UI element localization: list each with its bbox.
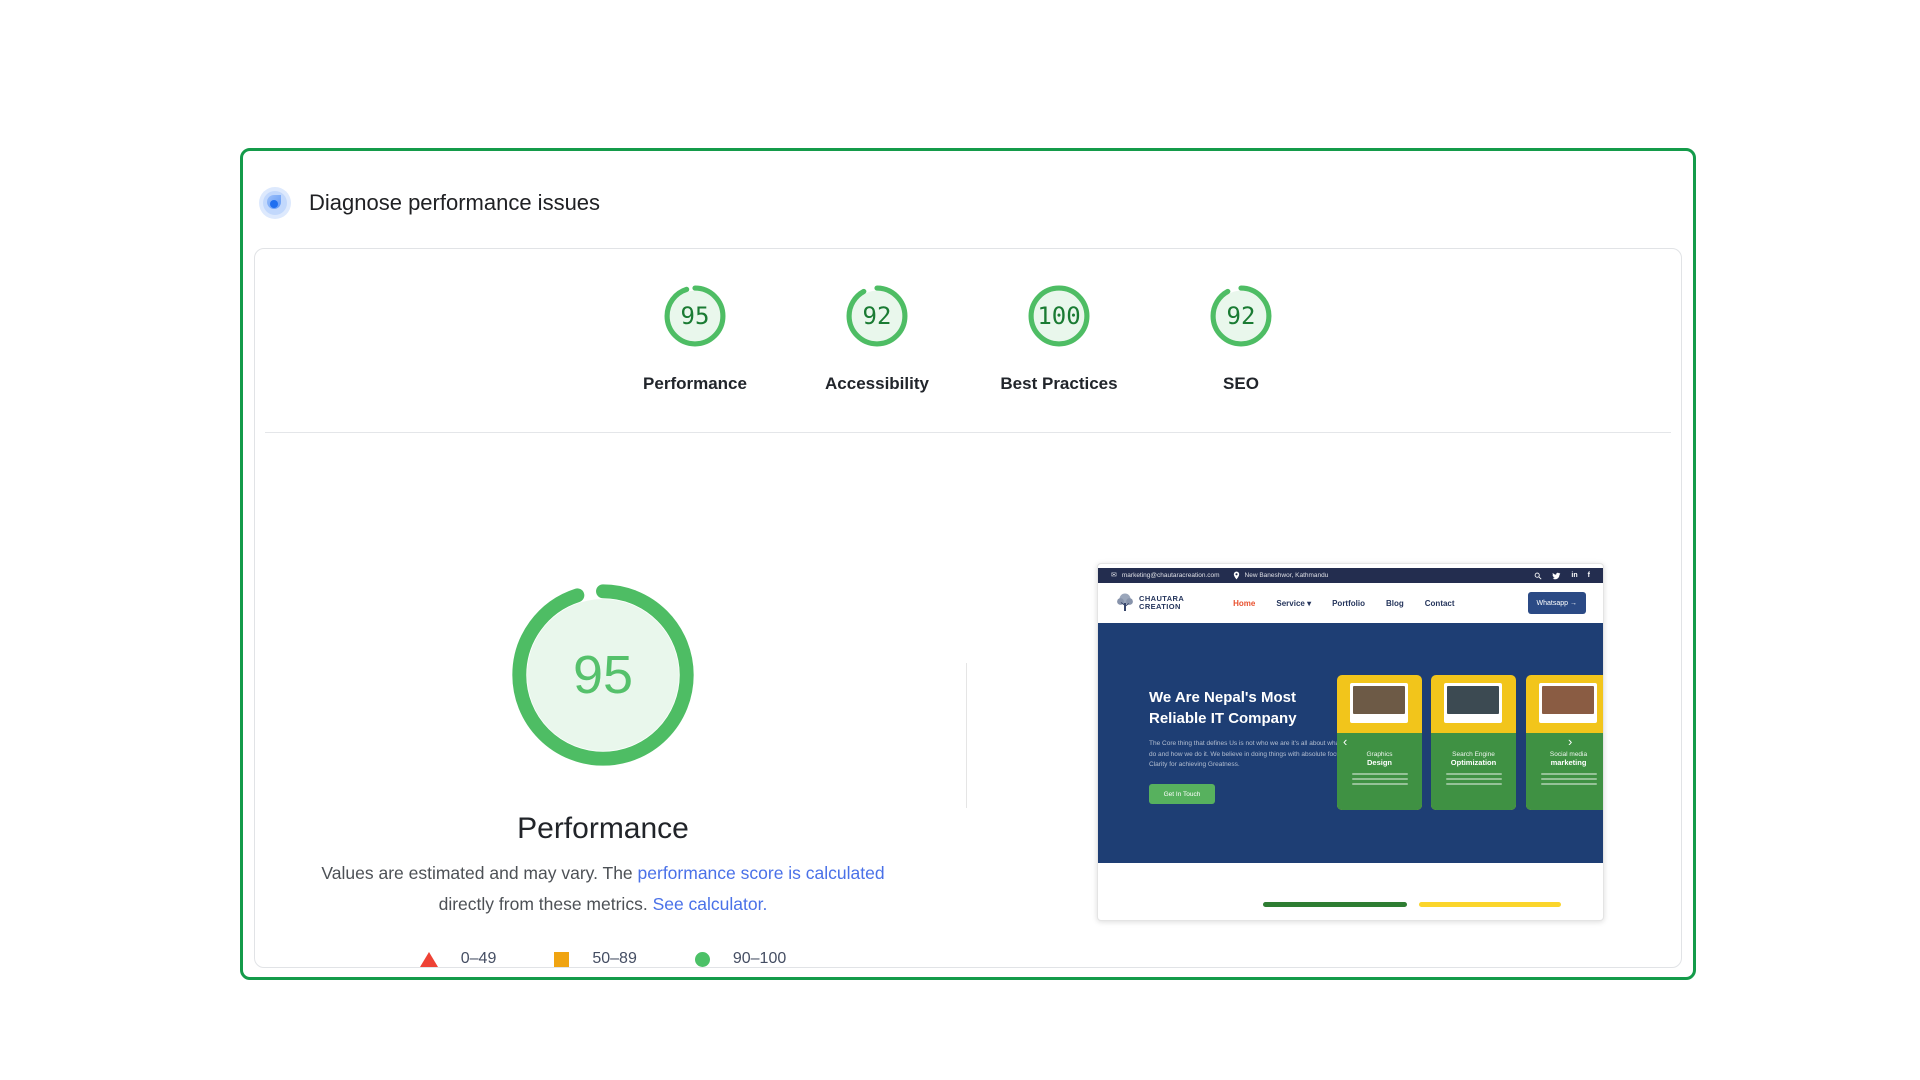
score-legend: 0–49 50–89 90–100 [419,950,787,968]
gauge: 92 [846,285,908,347]
card-body: Graphics Design [1337,733,1422,810]
disclaimer-line-1: Values are estimated and may vary. The p… [321,863,885,883]
card-body: Social media marketing [1526,733,1603,810]
lighthouse-icon [259,187,291,219]
thumb-nav-blog: Blog [1385,598,1404,608]
thumb-topbar: ✉ marketing@chautaracreation.com New Ban… [1098,568,1603,583]
thumb-nav-portfolio: Portfolio [1332,598,1365,608]
page-title: Diagnose performance issues [309,190,601,215]
legend-fail-range: 0–49 [460,950,497,967]
thumb-hero-paragraph: The Core thing that defines Us is not wh… [1149,740,1352,768]
gauge-score: 100 [1037,302,1081,330]
diagnose-performance-card: Diagnose performance issues 95 Performan… [240,148,1696,980]
thumb-logo: CHAUTARA CREATION [1115,592,1184,614]
search-icon [1535,572,1542,580]
summary-gauge-row: 95 Performance 92 Accessibility 100 Best… [255,285,1681,394]
fail-triangle-icon [419,951,438,967]
summary-gauge-best-practices[interactable]: 100 Best Practices [998,285,1120,394]
thumb-get-in-touch-button: Get In Touch [1149,784,1215,804]
score-disclaimer: Values are estimated and may vary. The p… [321,858,884,920]
linkedin-icon: in [1571,572,1578,579]
thumb-brand-name: CHAUTARA CREATION [1139,593,1185,611]
card-title: Graphics Design [1366,751,1393,767]
card-body: Search Engine Optimization [1431,733,1516,810]
thumb-progress-bar-green [1263,902,1407,907]
laptop-photo [1539,683,1597,723]
thumb-nav-contact: Contact [1424,598,1455,608]
laptop-photo [1444,683,1502,723]
facebook-icon: f [1587,572,1590,579]
card-header: Diagnose performance issues [259,187,600,219]
thumb-nav-service: Service ▾ [1276,598,1312,608]
summary-gauge-accessibility[interactable]: 92 Accessibility [816,285,938,394]
vertical-divider [966,663,967,808]
thumb-hero: We Are Nepal's Most Reliable IT Company … [1098,623,1603,863]
gauge-score: 92 [1226,302,1256,330]
disclaimer-line-2: directly from these metrics. See calcula… [438,894,768,914]
thumb-service-card-seo: Search Engine Optimization [1431,675,1516,810]
card-description-lines [1351,773,1408,785]
thumb-nav-home: Home [1233,598,1256,608]
card-description-lines [1540,773,1597,785]
laptop-photo [1350,683,1408,723]
gauge: 92 [1210,285,1272,347]
twitter-icon [1553,572,1561,579]
tree-logo-icon [1117,593,1133,611]
legend-average: 50–89 [554,950,637,968]
card-title: Social media marketing [1549,751,1588,767]
average-square-icon [554,951,570,967]
gauge-score: 95 [680,302,710,330]
legend-fail: 0–49 [419,950,497,968]
chevron-down-icon: ▾ [1307,598,1312,608]
summary-gauge-performance[interactable]: 95 Performance [634,285,756,394]
thumb-hero-heading: We Are Nepal's Most Reliable IT Company [1149,689,1297,727]
lighthouse-icon-dot [270,200,278,208]
page: Diagnose performance issues 95 Performan… [0,0,1920,1080]
gauge-label: Best Practices [1000,374,1118,393]
location-pin-icon [1233,571,1239,580]
gauge-label: Accessibility [825,374,929,393]
thumb-location: New Baneshwor, Kathmandu [1244,572,1329,579]
section-divider [265,432,1671,433]
envelope-icon: ✉ [1111,572,1117,579]
gauge: 95 [664,285,726,347]
performance-section-title: Performance [517,812,689,845]
thumb-whatsapp-button: Whatsapp → [1527,592,1586,614]
page-screenshot-thumbnail[interactable]: ✉ marketing@chautaracreation.com New Ban… [1097,563,1604,921]
thumb-social-icons: in f [1534,572,1590,580]
thumb-nav-menu: Home Service ▾ Portfolio Blog Contact [1233,599,1454,608]
pass-circle-icon [694,951,710,967]
score-calc-link[interactable]: performance score is calculated [638,863,885,883]
thumb-email: marketing@chautaracreation.com [1121,572,1220,579]
gauge-label: SEO [1223,374,1259,393]
see-calculator-link[interactable]: See calculator. [653,894,768,914]
thumb-navbar: CHAUTARA CREATION Home Service ▾ Portfol… [1098,583,1603,623]
card-title: Search Engine Optimization [1450,751,1497,767]
summary-gauge-seo[interactable]: 92 SEO [1180,285,1302,394]
card-description-lines [1445,773,1502,785]
legend-average-range: 50–89 [592,950,637,967]
gauge-score: 92 [862,302,892,330]
performance-main-gauge[interactable]: 95 [510,582,696,768]
thumb-progress-bar-yellow [1419,902,1561,907]
gauge-label: Performance [643,374,747,393]
legend-pass-range: 90–100 [732,950,787,967]
performance-detail-section: 95 Performance Values are estimated and … [283,582,923,968]
carousel-prev-icon: ‹ [1343,734,1348,749]
carousel-next-icon: › [1568,734,1573,749]
legend-pass: 90–100 [694,950,787,968]
main-gauge-score: 95 [572,645,634,705]
thumb-service-card-graphics-design: Graphics Design [1337,675,1422,810]
gauge: 100 [1028,285,1090,347]
thumb-service-card-social-media: Social media marketing [1526,675,1603,810]
